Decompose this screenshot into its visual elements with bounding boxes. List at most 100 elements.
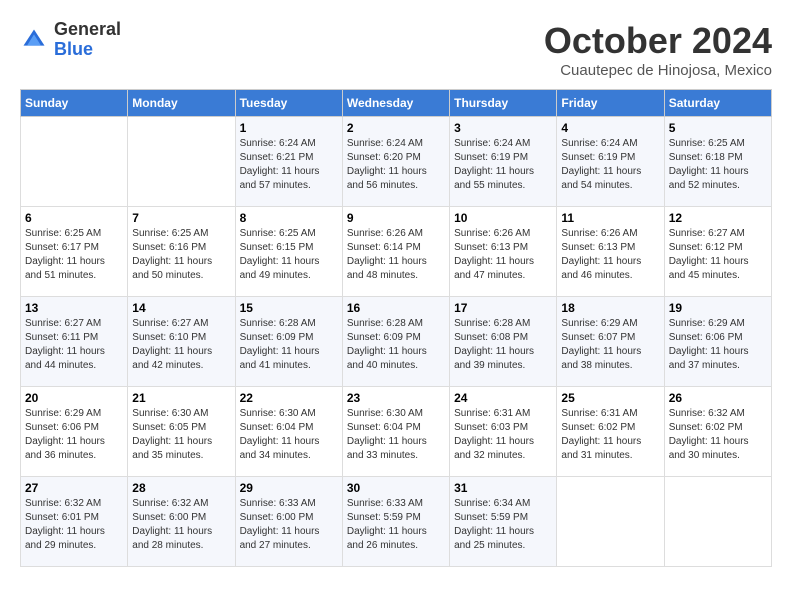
- day-info: Sunrise: 6:31 AM Sunset: 6:03 PM Dayligh…: [454, 407, 552, 463]
- day-number: 19: [669, 301, 767, 315]
- title-block: October 2024 Cuautepec de Hinojosa, Mexi…: [544, 20, 772, 79]
- day-number: 9: [347, 211, 445, 225]
- calendar-cell: 30 Sunrise: 6:33 AM Sunset: 5:59 PM Dayli…: [342, 477, 449, 567]
- calendar-cell: 6 Sunrise: 6:25 AM Sunset: 6:17 PM Daylig…: [21, 207, 128, 297]
- day-number: 13: [25, 301, 123, 315]
- calendar-table: SundayMondayTuesdayWednesdayThursdayFrid…: [20, 89, 772, 567]
- day-number: 3: [454, 121, 552, 135]
- day-info: Sunrise: 6:32 AM Sunset: 6:01 PM Dayligh…: [25, 497, 123, 553]
- calendar-cell: 1 Sunrise: 6:24 AM Sunset: 6:21 PM Daylig…: [235, 117, 342, 207]
- logo-text: General Blue: [54, 20, 121, 60]
- calendar-cell: [21, 117, 128, 207]
- calendar-cell: 31 Sunrise: 6:34 AM Sunset: 5:59 PM Dayli…: [450, 477, 557, 567]
- calendar-cell: [128, 117, 235, 207]
- day-info: Sunrise: 6:25 AM Sunset: 6:16 PM Dayligh…: [132, 227, 230, 283]
- calendar-cell: 25 Sunrise: 6:31 AM Sunset: 6:02 PM Dayli…: [557, 387, 664, 477]
- calendar-week-row: 6 Sunrise: 6:25 AM Sunset: 6:17 PM Daylig…: [21, 207, 772, 297]
- calendar-cell: 28Sunrise: 6:32 AM Sunset: 6:00 PM Dayli…: [128, 477, 235, 567]
- logo: General Blue: [20, 20, 121, 60]
- day-number: 29: [240, 481, 338, 495]
- calendar-cell: 16Sunrise: 6:28 AM Sunset: 6:09 PM Dayli…: [342, 297, 449, 387]
- calendar-cell: 21 Sunrise: 6:30 AM Sunset: 6:05 PM Dayli…: [128, 387, 235, 477]
- day-info: Sunrise: 6:33 AM Sunset: 6:00 PM Dayligh…: [240, 497, 338, 553]
- calendar-cell: 23 Sunrise: 6:30 AM Sunset: 6:04 PM Dayli…: [342, 387, 449, 477]
- day-info: Sunrise: 6:32 AM Sunset: 6:00 PM Dayligh…: [132, 497, 230, 553]
- calendar-cell: 5Sunrise: 6:25 AM Sunset: 6:18 PM Daylig…: [664, 117, 771, 207]
- calendar-cell: [664, 477, 771, 567]
- month-title: October 2024: [544, 20, 772, 62]
- calendar-cell: 10 Sunrise: 6:26 AM Sunset: 6:13 PM Dayli…: [450, 207, 557, 297]
- page-header: General Blue October 2024 Cuautepec de H…: [20, 20, 772, 79]
- day-info: Sunrise: 6:34 AM Sunset: 5:59 PM Dayligh…: [454, 497, 552, 553]
- weekday-header: Sunday: [21, 90, 128, 117]
- day-info: Sunrise: 6:30 AM Sunset: 6:04 PM Dayligh…: [240, 407, 338, 463]
- day-info: Sunrise: 6:24 AM Sunset: 6:21 PM Dayligh…: [240, 137, 338, 193]
- day-number: 20: [25, 391, 123, 405]
- calendar-cell: 9Sunrise: 6:26 AM Sunset: 6:14 PM Daylig…: [342, 207, 449, 297]
- day-number: 10: [454, 211, 552, 225]
- weekday-header: Saturday: [664, 90, 771, 117]
- calendar-week-row: 1 Sunrise: 6:24 AM Sunset: 6:21 PM Daylig…: [21, 117, 772, 207]
- day-info: Sunrise: 6:28 AM Sunset: 6:09 PM Dayligh…: [347, 317, 445, 373]
- weekday-header-row: SundayMondayTuesdayWednesdayThursdayFrid…: [21, 90, 772, 117]
- day-number: 23: [347, 391, 445, 405]
- day-info: Sunrise: 6:27 AM Sunset: 6:12 PM Dayligh…: [669, 227, 767, 283]
- day-number: 2: [347, 121, 445, 135]
- day-info: Sunrise: 6:28 AM Sunset: 6:08 PM Dayligh…: [454, 317, 552, 373]
- day-number: 25: [561, 391, 659, 405]
- day-number: 5: [669, 121, 767, 135]
- day-info: Sunrise: 6:30 AM Sunset: 6:05 PM Dayligh…: [132, 407, 230, 463]
- calendar-cell: 27 Sunrise: 6:32 AM Sunset: 6:01 PM Dayli…: [21, 477, 128, 567]
- day-number: 30: [347, 481, 445, 495]
- day-number: 15: [240, 301, 338, 315]
- day-number: 27: [25, 481, 123, 495]
- location: Cuautepec de Hinojosa, Mexico: [544, 62, 772, 79]
- day-number: 6: [25, 211, 123, 225]
- day-info: Sunrise: 6:32 AM Sunset: 6:02 PM Dayligh…: [669, 407, 767, 463]
- calendar-cell: 2Sunrise: 6:24 AM Sunset: 6:20 PM Daylig…: [342, 117, 449, 207]
- day-number: 11: [561, 211, 659, 225]
- calendar-cell: 24 Sunrise: 6:31 AM Sunset: 6:03 PM Dayli…: [450, 387, 557, 477]
- weekday-header: Thursday: [450, 90, 557, 117]
- calendar-cell: 18 Sunrise: 6:29 AM Sunset: 6:07 PM Dayli…: [557, 297, 664, 387]
- day-info: Sunrise: 6:31 AM Sunset: 6:02 PM Dayligh…: [561, 407, 659, 463]
- calendar-cell: 15 Sunrise: 6:28 AM Sunset: 6:09 PM Dayli…: [235, 297, 342, 387]
- day-number: 24: [454, 391, 552, 405]
- calendar-cell: 13 Sunrise: 6:27 AM Sunset: 6:11 PM Dayli…: [21, 297, 128, 387]
- day-info: Sunrise: 6:29 AM Sunset: 6:07 PM Dayligh…: [561, 317, 659, 373]
- day-info: Sunrise: 6:26 AM Sunset: 6:13 PM Dayligh…: [454, 227, 552, 283]
- calendar-cell: 7 Sunrise: 6:25 AM Sunset: 6:16 PM Daylig…: [128, 207, 235, 297]
- day-info: Sunrise: 6:24 AM Sunset: 6:19 PM Dayligh…: [454, 137, 552, 193]
- day-number: 8: [240, 211, 338, 225]
- logo-icon: [20, 26, 48, 54]
- calendar-cell: 11 Sunrise: 6:26 AM Sunset: 6:13 PM Dayli…: [557, 207, 664, 297]
- day-info: Sunrise: 6:28 AM Sunset: 6:09 PM Dayligh…: [240, 317, 338, 373]
- day-number: 7: [132, 211, 230, 225]
- day-number: 17: [454, 301, 552, 315]
- day-info: Sunrise: 6:27 AM Sunset: 6:11 PM Dayligh…: [25, 317, 123, 373]
- calendar-cell: 4Sunrise: 6:24 AM Sunset: 6:19 PM Daylig…: [557, 117, 664, 207]
- day-info: Sunrise: 6:26 AM Sunset: 6:13 PM Dayligh…: [561, 227, 659, 283]
- calendar-cell: 20Sunrise: 6:29 AM Sunset: 6:06 PM Dayli…: [21, 387, 128, 477]
- logo-general: General: [54, 19, 121, 39]
- calendar-cell: 17 Sunrise: 6:28 AM Sunset: 6:08 PM Dayli…: [450, 297, 557, 387]
- day-number: 1: [240, 121, 338, 135]
- weekday-header: Friday: [557, 90, 664, 117]
- calendar-cell: [557, 477, 664, 567]
- weekday-header: Monday: [128, 90, 235, 117]
- day-info: Sunrise: 6:33 AM Sunset: 5:59 PM Dayligh…: [347, 497, 445, 553]
- calendar-cell: 12Sunrise: 6:27 AM Sunset: 6:12 PM Dayli…: [664, 207, 771, 297]
- calendar-week-row: 27 Sunrise: 6:32 AM Sunset: 6:01 PM Dayli…: [21, 477, 772, 567]
- calendar-cell: 26 Sunrise: 6:32 AM Sunset: 6:02 PM Dayli…: [664, 387, 771, 477]
- day-number: 31: [454, 481, 552, 495]
- calendar-cell: 19Sunrise: 6:29 AM Sunset: 6:06 PM Dayli…: [664, 297, 771, 387]
- day-number: 18: [561, 301, 659, 315]
- weekday-header: Tuesday: [235, 90, 342, 117]
- day-info: Sunrise: 6:27 AM Sunset: 6:10 PM Dayligh…: [132, 317, 230, 373]
- calendar-cell: 22Sunrise: 6:30 AM Sunset: 6:04 PM Dayli…: [235, 387, 342, 477]
- day-info: Sunrise: 6:24 AM Sunset: 6:19 PM Dayligh…: [561, 137, 659, 193]
- day-info: Sunrise: 6:25 AM Sunset: 6:17 PM Dayligh…: [25, 227, 123, 283]
- day-info: Sunrise: 6:30 AM Sunset: 6:04 PM Dayligh…: [347, 407, 445, 463]
- day-number: 26: [669, 391, 767, 405]
- day-number: 21: [132, 391, 230, 405]
